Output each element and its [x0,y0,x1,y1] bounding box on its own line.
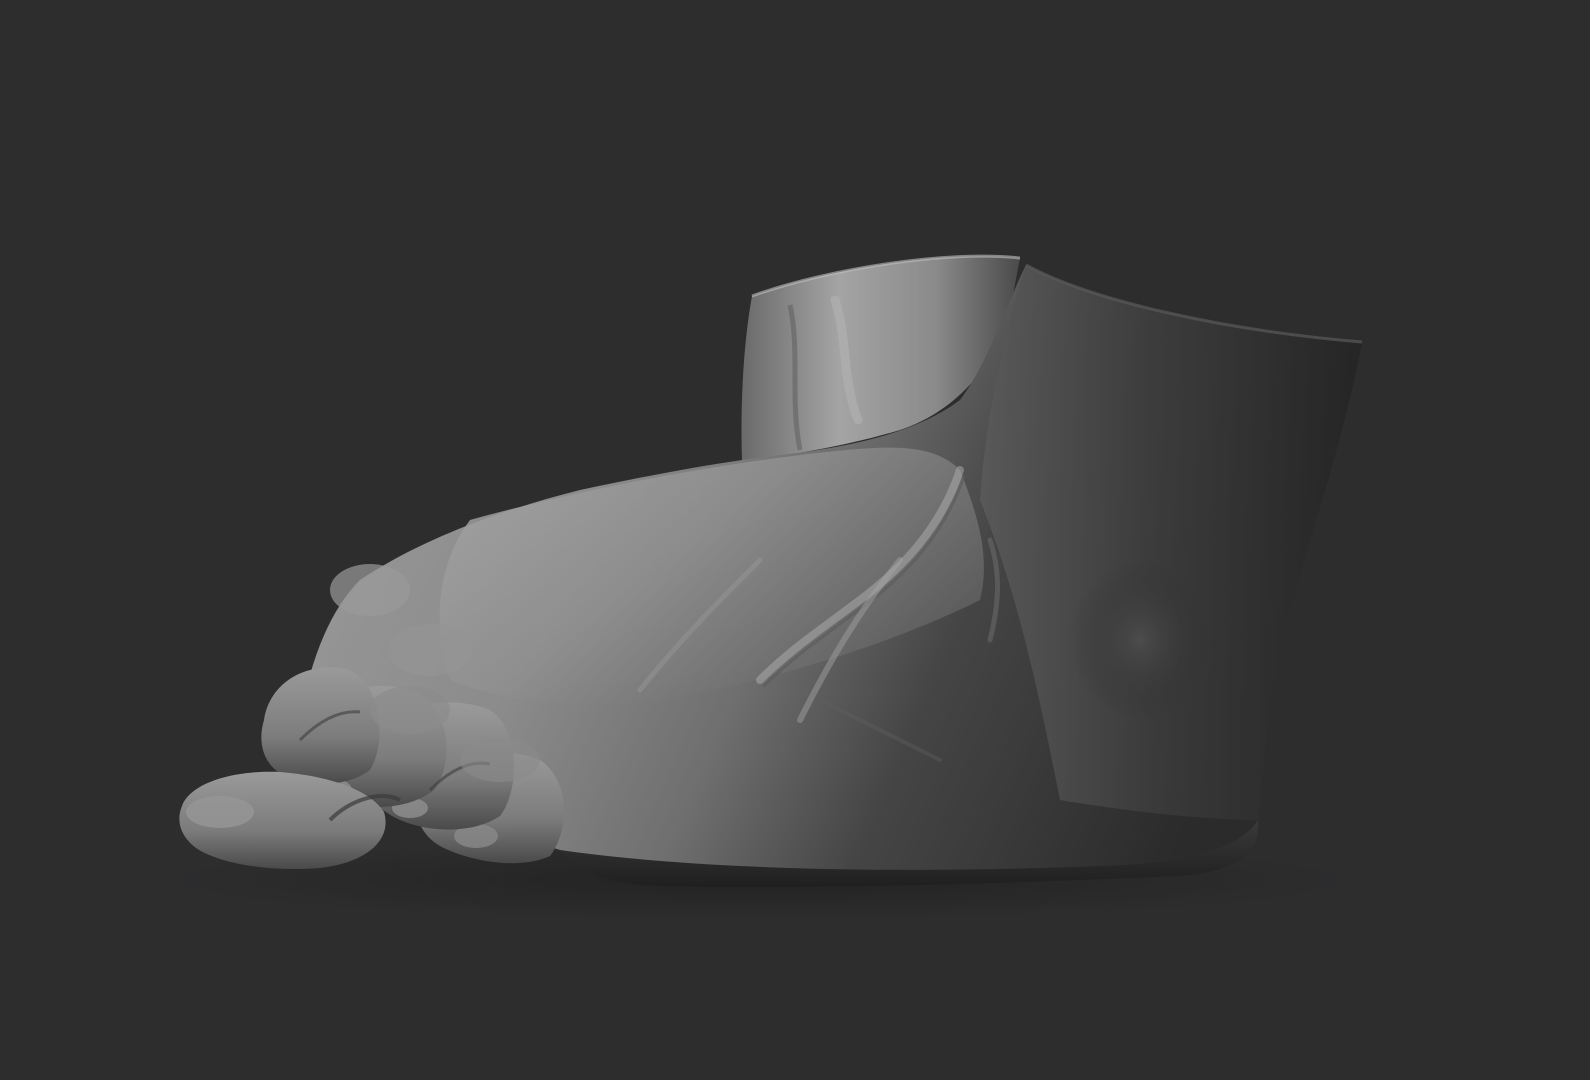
sculpt-viewport[interactable] [0,0,1590,1080]
ankle-bone [1070,560,1210,720]
big-toe-nail [186,796,254,828]
foot-sculpt-render [0,0,1590,1080]
